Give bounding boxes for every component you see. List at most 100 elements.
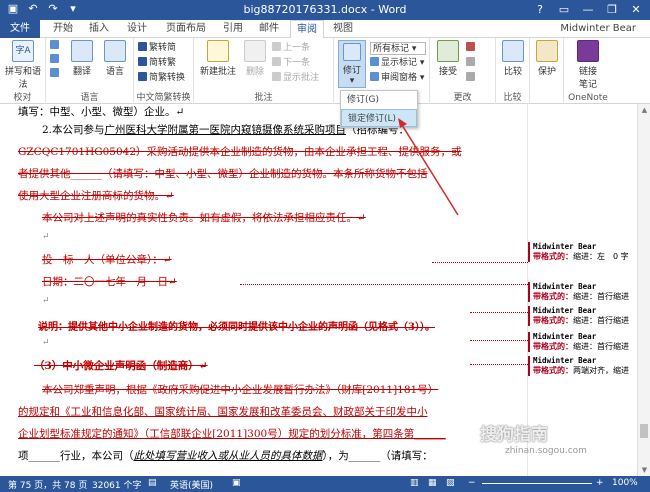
doc-line-deleted: GZCQC1701HG05042）采购活动提供本企业制造的货物，由本企业承担工程… bbox=[18, 146, 462, 158]
help-button[interactable]: ? bbox=[528, 0, 552, 20]
doc-line-deleted: （3）中小微企业声明函（制造商）↵ bbox=[34, 360, 208, 372]
zoom-level[interactable]: 100% bbox=[612, 478, 638, 488]
paragraph-mark: ↵ bbox=[42, 296, 50, 306]
language-button[interactable]: 语言 bbox=[100, 40, 130, 77]
new-comment-button[interactable]: 新建批注 bbox=[196, 40, 240, 77]
sogou-watermark: 搜狗指南 bbox=[480, 425, 548, 445]
new-comment-icon bbox=[207, 40, 229, 62]
spelling-icon: 字A bbox=[12, 40, 34, 62]
group-changes: 接受 更改 bbox=[430, 38, 496, 104]
close-button[interactable]: ✕ bbox=[624, 0, 648, 20]
tab-file[interactable]: 文件 bbox=[0, 20, 40, 38]
ribbon-display-button[interactable]: ▭ bbox=[552, 0, 576, 20]
language-status[interactable]: 英语(美国) bbox=[170, 478, 213, 491]
read-mode-icon[interactable]: ▥ bbox=[410, 478, 419, 488]
compare-button[interactable]: 比较 bbox=[499, 40, 527, 77]
reject-icon[interactable] bbox=[466, 42, 477, 55]
ribbon: 字A 拼写和语法 校对 翻译 语言 语言 繁转简 简转繁 简繁转换 中文简繁转换… bbox=[0, 38, 650, 104]
tab-home[interactable]: 开始 bbox=[48, 20, 78, 38]
doc-line-inserted: 的规定和《工业和信息化部、国家统计局、国家发展和改革委员会、财政部关于印发中小 bbox=[18, 406, 428, 418]
markup-connector bbox=[470, 340, 528, 341]
paragraph-mark: ↵ bbox=[42, 232, 50, 242]
title-bar: ▣ ↶ ↷ ▾ big88720176331.docx - Word ? ▭ —… bbox=[0, 0, 650, 20]
tab-mailings[interactable]: 邮件 bbox=[254, 20, 284, 38]
scroll-down-icon[interactable]: ▼ bbox=[638, 464, 650, 476]
accept-button[interactable]: 接受 bbox=[434, 40, 462, 77]
tab-insert[interactable]: 插入 bbox=[84, 20, 114, 38]
menu-item-lock-tracking[interactable]: 锁定修订(L) bbox=[341, 109, 417, 127]
thesaurus-icon[interactable] bbox=[50, 54, 61, 67]
proofing-status-icon[interactable]: ▤ bbox=[148, 478, 157, 488]
formatting-balloon[interactable]: Midwinter Bear 带格式的：缩进：左 0 字 bbox=[528, 242, 636, 262]
translate-button[interactable]: 翻译 bbox=[68, 40, 96, 77]
zoom-slider[interactable] bbox=[482, 483, 592, 484]
reviewing-pane-button[interactable]: 审阅窗格 ▾ bbox=[370, 72, 424, 85]
zoom-out-icon[interactable]: − bbox=[468, 478, 476, 488]
doc-line-deleted: 说明：提供其他中小企业制造的货物，必须同时提供该中小企业的声明函（见格式（3））… bbox=[38, 322, 435, 333]
minimize-button[interactable]: — bbox=[576, 0, 600, 20]
print-layout-icon[interactable]: ▦ bbox=[428, 478, 437, 488]
menu-item-track-changes[interactable]: 修订(G) bbox=[341, 91, 417, 109]
protect-button[interactable]: 保护 bbox=[533, 40, 561, 77]
chevron-down-icon: ▾ bbox=[349, 76, 355, 86]
track-changes-icon bbox=[343, 43, 361, 61]
spelling-grammar-button[interactable]: 字A 拼写和语法 bbox=[2, 40, 44, 90]
macro-icon[interactable]: ▣ bbox=[232, 478, 241, 488]
tab-design[interactable]: 设计 bbox=[122, 20, 152, 38]
group-protect: 保护 bbox=[530, 38, 564, 104]
formatting-balloon[interactable]: Midwinter Bear 带格式的：缩进：首行缩进 bbox=[528, 332, 636, 352]
markup-connector bbox=[470, 364, 528, 365]
scroll-up-icon[interactable]: ▲ bbox=[638, 104, 650, 116]
formatting-balloon[interactable]: Midwinter Bear 带格式的：缩进：首行缩进 bbox=[528, 282, 636, 302]
show-markup-button[interactable]: 显示标记 ▾ bbox=[370, 57, 424, 70]
doc-line-deleted: 本公司郑重声明，根据《政府采购促进中小企业发展暂行办法》（财库[2011]181… bbox=[42, 384, 439, 396]
track-changes-menu: 修订(G) 锁定修订(L) bbox=[340, 90, 418, 128]
to-simplified-button[interactable]: 繁转简 bbox=[138, 42, 176, 55]
doc-line-deleted: 者提供其他______（请填写：中型、小型、微型）企业制造的货物。本条所称货物不… bbox=[18, 168, 428, 180]
doc-line: 填写：中型、小型、微型）企业。↵ bbox=[18, 106, 185, 118]
delete-comment-button[interactable]: 删除 bbox=[242, 40, 268, 77]
to-traditional-button[interactable]: 简转繁 bbox=[138, 57, 176, 70]
group-onenote: 链接 笔记 OneNote bbox=[564, 38, 612, 104]
doc-line: 项______行业，本公司（此处填写营业收入或从业人员的具体数据），为_____… bbox=[18, 450, 433, 462]
next-change-icon[interactable] bbox=[466, 72, 477, 85]
formatting-balloon[interactable]: Midwinter Bear 带格式的：两端对齐，缩进 bbox=[528, 356, 636, 376]
restore-button[interactable]: ❐ bbox=[600, 0, 624, 20]
zoom-in-icon[interactable]: + bbox=[596, 478, 604, 488]
group-language: 翻译 语言 语言 bbox=[46, 38, 134, 104]
group-chinese-conversion: 繁转简 简转繁 简繁转换 中文简繁转换 bbox=[134, 38, 194, 104]
track-changes-button[interactable]: 修订 ▾ bbox=[338, 40, 366, 88]
delete-comment-icon bbox=[244, 40, 266, 62]
accept-icon bbox=[437, 40, 459, 62]
previous-change-icon[interactable] bbox=[466, 57, 477, 70]
show-comments-button[interactable]: 显示批注 bbox=[272, 72, 319, 85]
lock-icon bbox=[536, 40, 558, 62]
next-comment-button[interactable]: 下一条 bbox=[272, 57, 310, 70]
scroll-thumb[interactable] bbox=[640, 424, 648, 438]
convert-button[interactable]: 简繁转换 bbox=[138, 72, 185, 85]
tab-references[interactable]: 引用 bbox=[218, 20, 248, 38]
translate-icon bbox=[71, 40, 93, 62]
markup-connector bbox=[240, 284, 528, 285]
user-name[interactable]: Midwinter Bear bbox=[560, 23, 636, 34]
formatting-balloon[interactable]: Midwinter Bear 带格式的：缩进：首行缩进 bbox=[528, 306, 636, 326]
tab-layout[interactable]: 页面布局 bbox=[160, 20, 212, 38]
status-bar: 第 75 页，共 78 页 32061 个字 ▤ 英语(美国) ▣ ▥ ▦ ▧ … bbox=[0, 476, 650, 492]
vertical-scrollbar[interactable]: ▲ ▼ bbox=[637, 104, 650, 476]
doc-line-deleted: 本公司对上述声明的真实性负责。如有虚假，将依法承担相应责任。↵ bbox=[42, 212, 366, 224]
doc-line-deleted: 使用大型企业注册商标的货物。↵ bbox=[18, 190, 174, 202]
page-indicator[interactable]: 第 75 页，共 78 页 bbox=[8, 478, 87, 491]
prev-comment-button[interactable]: 上一条 bbox=[272, 42, 310, 55]
tab-view[interactable]: 视图 bbox=[328, 20, 358, 38]
onenote-icon bbox=[577, 40, 599, 62]
group-proofing: 字A 拼写和语法 校对 bbox=[0, 38, 46, 104]
markup-select[interactable]: 所有标记 ▾ bbox=[370, 42, 426, 55]
tab-review[interactable]: 审阅 bbox=[290, 20, 324, 39]
web-layout-icon[interactable]: ▧ bbox=[446, 478, 455, 488]
wordcount-icon[interactable] bbox=[50, 68, 61, 81]
word-count[interactable]: 32061 个字 bbox=[92, 478, 142, 491]
markup-connector bbox=[470, 312, 528, 313]
linked-notes-button[interactable]: 链接 笔记 bbox=[572, 40, 604, 90]
research-icon[interactable] bbox=[50, 40, 61, 53]
window-controls: ? ▭ — ❐ ✕ bbox=[528, 0, 648, 20]
